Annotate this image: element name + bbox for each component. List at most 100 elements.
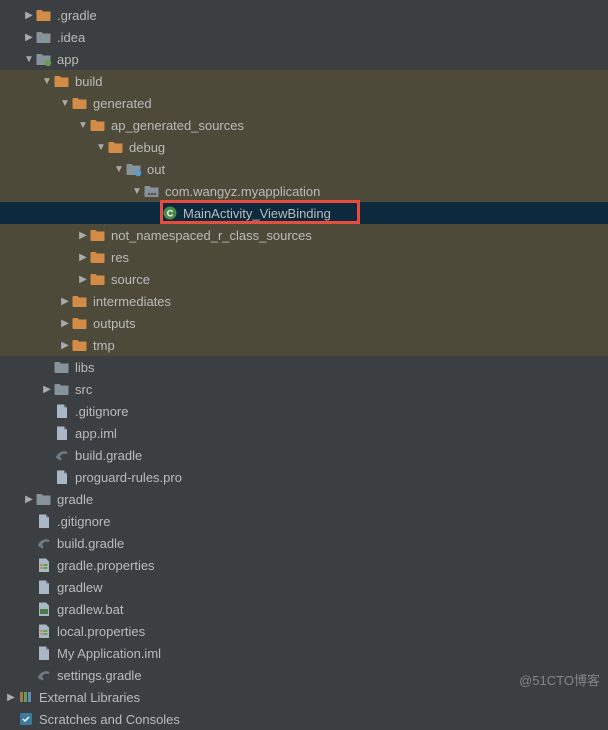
tree-item-label: generated [93, 96, 152, 111]
tree-item-label: .idea [57, 30, 85, 45]
class-icon: C [162, 205, 178, 221]
tree-item-label: .gitignore [75, 404, 128, 419]
chevron-down-icon[interactable]: ▼ [22, 54, 36, 65]
tree-item-label: not_namespaced_r_class_sources [111, 228, 312, 243]
tree-item[interactable]: CMainActivity_ViewBinding [0, 202, 608, 224]
tree-item-label: com.wangyz.myapplication [165, 184, 320, 199]
file-icon [54, 425, 70, 441]
tree-item-label: source [111, 272, 150, 287]
chevron-right-icon[interactable]: ▶ [22, 10, 36, 21]
tree-item[interactable]: libs [0, 356, 608, 378]
tree-item-label: build [75, 74, 102, 89]
chevron-right-icon[interactable]: ▶ [4, 692, 18, 703]
tree-item[interactable]: ▼ generated [0, 92, 608, 114]
tree-item-label: settings.gradle [57, 668, 142, 683]
tree-item[interactable]: ▶intermediates [0, 290, 608, 312]
tree-item[interactable]: ▼ out [0, 158, 608, 180]
tree-item-label: Scratches and Consoles [39, 712, 180, 727]
file-icon [54, 403, 70, 419]
tree-item[interactable]: build.gradle [0, 532, 608, 554]
tree-item-label: External Libraries [39, 690, 140, 705]
tree-item[interactable]: ▼ debug [0, 136, 608, 158]
tree-item[interactable]: proguard-rules.pro [0, 466, 608, 488]
folder-gray-icon [54, 381, 70, 397]
libraries-icon [18, 689, 34, 705]
tree-item[interactable]: ▶gradle [0, 488, 608, 510]
tree-item-label: proguard-rules.pro [75, 470, 182, 485]
tree-item[interactable]: ▶ outputs [0, 312, 608, 334]
chevron-right-icon[interactable]: ▶ [58, 296, 72, 307]
tree-item-label: out [147, 162, 165, 177]
tree-item-label: res [111, 250, 129, 265]
chevron-down-icon[interactable]: ▼ [58, 98, 72, 109]
tree-item-label: ap_generated_sources [111, 118, 244, 133]
tree-item[interactable]: gradlew [0, 576, 608, 598]
tree-item[interactable]: ▶ .idea [0, 26, 608, 48]
tree-item[interactable]: ▶ .gradle [0, 4, 608, 26]
tree-item[interactable]: settings.gradle [0, 664, 608, 686]
folder-gray-icon [36, 29, 52, 45]
tree-item[interactable]: Scratches and Consoles [0, 708, 608, 730]
folder-orange-icon [90, 249, 106, 265]
chevron-right-icon[interactable]: ▶ [40, 384, 54, 395]
chevron-down-icon[interactable]: ▼ [112, 164, 126, 175]
chevron-right-icon[interactable]: ▶ [22, 494, 36, 505]
folder-orange-icon [72, 293, 88, 309]
tree-item[interactable]: ▼ com.wangyz.myapplication [0, 180, 608, 202]
folder-orange-icon [72, 95, 88, 111]
tree-item[interactable]: app.iml [0, 422, 608, 444]
tree-item[interactable]: ▶ not_namespaced_r_class_sources [0, 224, 608, 246]
chevron-down-icon[interactable]: ▼ [130, 186, 144, 197]
folder-orange-icon [54, 73, 70, 89]
chevron-right-icon[interactable]: ▶ [58, 340, 72, 351]
gradle-icon [54, 447, 70, 463]
tree-item-label: gradle.properties [57, 558, 155, 573]
tree-item-label: app.iml [75, 426, 117, 441]
tree-item[interactable]: gradle.properties [0, 554, 608, 576]
chevron-down-icon[interactable]: ▼ [94, 142, 108, 153]
tree-item[interactable]: gradlew.bat [0, 598, 608, 620]
properties-icon [36, 557, 52, 573]
tree-item[interactable]: .gitignore [0, 510, 608, 532]
folder-module-icon [36, 51, 52, 67]
tree-item-label: debug [129, 140, 165, 155]
folder-gray-icon [36, 491, 52, 507]
tree-item[interactable]: ▶ source [0, 268, 608, 290]
chevron-right-icon[interactable]: ▶ [58, 318, 72, 329]
folder-orange-icon [72, 337, 88, 353]
tree-item-label: local.properties [57, 624, 145, 639]
properties-icon [36, 623, 52, 639]
chevron-down-icon[interactable]: ▼ [76, 120, 90, 131]
chevron-right-icon[interactable]: ▶ [76, 252, 90, 263]
tree-item-label: .gradle [57, 8, 97, 23]
tree-item[interactable]: ▼app [0, 48, 608, 70]
tree-item[interactable]: My Application.iml [0, 642, 608, 664]
gradle-icon [36, 667, 52, 683]
tree-item[interactable]: ▶ External Libraries [0, 686, 608, 708]
tree-item[interactable]: .gitignore [0, 400, 608, 422]
tree-item[interactable]: ▶src [0, 378, 608, 400]
tree-item-label: gradlew [57, 580, 103, 595]
file-icon [54, 469, 70, 485]
package-icon [144, 183, 160, 199]
tree-item-label: gradlew.bat [57, 602, 124, 617]
tree-item[interactable]: ▶tmp [0, 334, 608, 356]
folder-orange-icon [90, 117, 106, 133]
folder-gray-icon [54, 359, 70, 375]
tree-item[interactable]: ▼ build [0, 70, 608, 92]
folder-orange-icon [90, 271, 106, 287]
watermark: @51CTO博客 [519, 670, 600, 689]
folder-orange-icon [90, 227, 106, 243]
file-icon [36, 513, 52, 529]
tree-item[interactable]: ▼ ap_generated_sources [0, 114, 608, 136]
tree-item-label: build.gradle [57, 536, 124, 551]
tree-item-label: outputs [93, 316, 136, 331]
folder-orange-icon [36, 7, 52, 23]
chevron-right-icon[interactable]: ▶ [22, 32, 36, 43]
chevron-right-icon[interactable]: ▶ [76, 274, 90, 285]
chevron-down-icon[interactable]: ▼ [40, 76, 54, 87]
chevron-right-icon[interactable]: ▶ [76, 230, 90, 241]
tree-item[interactable]: ▶ res [0, 246, 608, 268]
tree-item[interactable]: build.gradle [0, 444, 608, 466]
tree-item[interactable]: local.properties [0, 620, 608, 642]
